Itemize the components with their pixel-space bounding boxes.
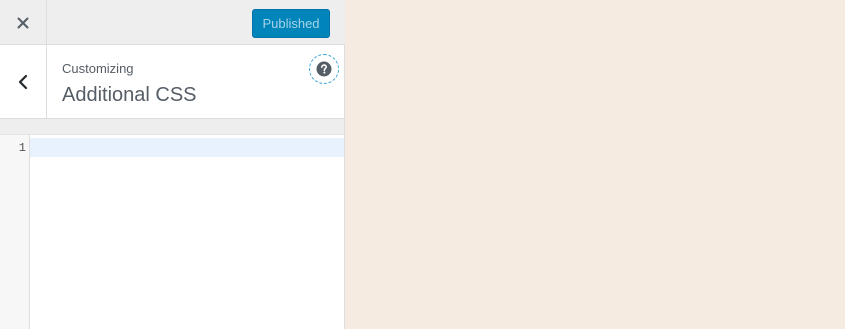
section-header: Customizing Additional CSS bbox=[0, 45, 344, 119]
back-button[interactable] bbox=[0, 45, 47, 118]
line-number-gutter: 1 bbox=[0, 135, 30, 329]
publish-button[interactable]: Published bbox=[252, 9, 330, 38]
customizer-sidebar: Published Customizing Additional CSS 1 bbox=[0, 0, 345, 329]
site-preview[interactable] bbox=[345, 0, 845, 329]
css-code-editor[interactable]: 1 bbox=[0, 134, 344, 329]
customizer-window: Published Customizing Additional CSS 1 bbox=[0, 0, 845, 329]
close-button[interactable] bbox=[0, 0, 47, 45]
customizer-topbar: Published bbox=[0, 0, 345, 45]
section-title: Additional CSS bbox=[62, 84, 197, 106]
code-input-area[interactable] bbox=[30, 135, 344, 329]
help-button[interactable] bbox=[309, 54, 339, 84]
customizing-label: Customizing bbox=[62, 61, 134, 76]
line-number: 1 bbox=[18, 141, 26, 155]
chevron-left-icon bbox=[18, 74, 28, 89]
help-icon bbox=[316, 61, 332, 77]
close-icon bbox=[17, 17, 29, 28]
